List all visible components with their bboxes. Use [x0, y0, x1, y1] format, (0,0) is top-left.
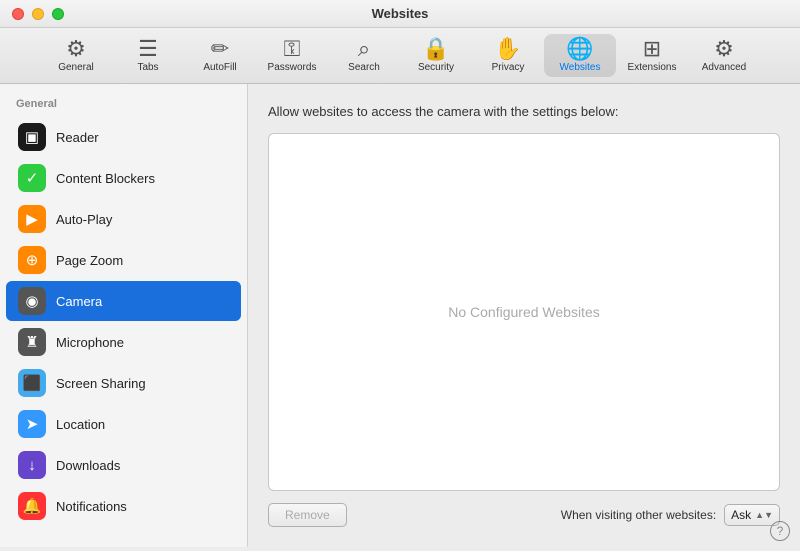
titlebar: Websites: [0, 0, 800, 28]
websites-toolbar-icon: 🌐: [566, 38, 593, 60]
sidebar-item-label-reader: Reader: [56, 130, 99, 145]
sidebar-section-label: General: [0, 94, 247, 116]
search-toolbar-icon: ⌕: [358, 38, 370, 60]
general-toolbar-label: General: [58, 62, 94, 73]
microphone-icon: ♜: [18, 328, 46, 356]
tabs-toolbar-icon: ☰: [138, 38, 158, 60]
sidebar-item-reader[interactable]: ▣ Reader: [6, 117, 241, 157]
sidebar-item-label-location: Location: [56, 417, 105, 432]
toolbar-item-privacy[interactable]: ✋ Privacy: [472, 34, 544, 77]
remove-button[interactable]: Remove: [268, 503, 347, 527]
toolbar-item-search[interactable]: ⌕ Search: [328, 34, 400, 77]
toolbar-item-general[interactable]: ⚙ General: [40, 34, 112, 77]
titlebar-buttons: [12, 8, 64, 20]
sidebar-item-label-microphone: Microphone: [56, 335, 124, 350]
sidebar: General ▣ Reader ✓ Content Blockers ▶ Auto-Pl…: [0, 84, 248, 547]
camera-icon: ◉: [18, 287, 46, 315]
websites-box: No Configured Websites: [268, 133, 780, 491]
sidebar-item-label-notifications: Notifications: [56, 499, 127, 514]
help-icon[interactable]: ?: [770, 521, 790, 541]
page-zoom-icon: ⊕: [18, 246, 46, 274]
autofill-toolbar-label: AutoFill: [203, 62, 236, 73]
sidebar-item-label-downloads: Downloads: [56, 458, 120, 473]
extensions-toolbar-label: Extensions: [628, 62, 677, 73]
websites-toolbar-label: Websites: [560, 62, 601, 73]
content-panel: Allow websites to access the camera with…: [248, 84, 800, 547]
toolbar-item-security[interactable]: 🔒 Security: [400, 34, 472, 77]
extensions-toolbar-icon: ⊞: [643, 38, 661, 60]
sidebar-item-content-blockers[interactable]: ✓ Content Blockers: [6, 158, 241, 198]
dropdown-value: Ask: [731, 508, 751, 522]
tabs-toolbar-label: Tabs: [137, 62, 158, 73]
toolbar-item-extensions[interactable]: ⊞ Extensions: [616, 34, 688, 77]
security-toolbar-label: Security: [418, 62, 454, 73]
autofill-toolbar-icon: ✏: [211, 38, 229, 60]
sidebar-item-camera[interactable]: ◉ Camera: [6, 281, 241, 321]
privacy-toolbar-icon: ✋: [494, 38, 521, 60]
sidebar-item-label-page-zoom: Page Zoom: [56, 253, 123, 268]
autoplay-icon: ▶: [18, 205, 46, 233]
main-area: General ▣ Reader ✓ Content Blockers ▶ Auto-Pl…: [0, 84, 800, 547]
chevron-icon: ▲▼: [755, 510, 773, 520]
visiting-dropdown[interactable]: Ask ▲▼: [724, 504, 780, 526]
notifications-icon: 🔔: [18, 492, 46, 520]
advanced-toolbar-icon: ⚙: [714, 38, 734, 60]
content-description: Allow websites to access the camera with…: [268, 104, 780, 119]
toolbar-item-autofill[interactable]: ✏ AutoFill: [184, 34, 256, 77]
security-toolbar-icon: 🔒: [422, 38, 449, 60]
window-title: Websites: [372, 6, 429, 21]
toolbar-item-tabs[interactable]: ☰ Tabs: [112, 34, 184, 77]
footer-right: When visiting other websites: Ask ▲▼: [561, 504, 780, 526]
sidebar-item-location[interactable]: ➤ Location: [6, 404, 241, 444]
minimize-button[interactable]: [32, 8, 44, 20]
passwords-toolbar-icon: ⚿: [284, 38, 301, 60]
close-button[interactable]: [12, 8, 24, 20]
toolbar-item-websites[interactable]: 🌐 Websites: [544, 34, 616, 77]
maximize-button[interactable]: [52, 8, 64, 20]
location-icon: ➤: [18, 410, 46, 438]
toolbar: ⚙ General ☰ Tabs ✏ AutoFill ⚿ Passwords ⌕ Search 🔒…: [0, 28, 800, 84]
sidebar-item-page-zoom[interactable]: ⊕ Page Zoom: [6, 240, 241, 280]
toolbar-item-passwords[interactable]: ⚿ Passwords: [256, 34, 328, 77]
sidebar-item-downloads[interactable]: ↓ Downloads: [6, 445, 241, 485]
sidebar-item-microphone[interactable]: ♜ Microphone: [6, 322, 241, 362]
sidebar-item-label-content-blockers: Content Blockers: [56, 171, 155, 186]
content-footer: Remove When visiting other websites: Ask…: [268, 503, 780, 527]
sidebar-item-notifications[interactable]: 🔔 Notifications: [6, 486, 241, 526]
no-websites-label: No Configured Websites: [448, 304, 599, 320]
sidebar-item-autoplay[interactable]: ▶ Auto-Play: [6, 199, 241, 239]
downloads-icon: ↓: [18, 451, 46, 479]
search-toolbar-label: Search: [348, 62, 380, 73]
sidebar-item-label-autoplay: Auto-Play: [56, 212, 112, 227]
advanced-toolbar-label: Advanced: [702, 62, 746, 73]
content-blockers-icon: ✓: [18, 164, 46, 192]
footer-label: When visiting other websites:: [561, 508, 716, 522]
sidebar-item-label-screen-sharing: Screen Sharing: [56, 376, 146, 391]
screen-sharing-icon: ⬛: [18, 369, 46, 397]
general-toolbar-icon: ⚙: [66, 38, 86, 60]
sidebar-item-label-camera: Camera: [56, 294, 102, 309]
reader-icon: ▣: [18, 123, 46, 151]
sidebar-item-screen-sharing[interactable]: ⬛ Screen Sharing: [6, 363, 241, 403]
privacy-toolbar-label: Privacy: [492, 62, 525, 73]
passwords-toolbar-label: Passwords: [268, 62, 317, 73]
toolbar-item-advanced[interactable]: ⚙ Advanced: [688, 34, 760, 77]
